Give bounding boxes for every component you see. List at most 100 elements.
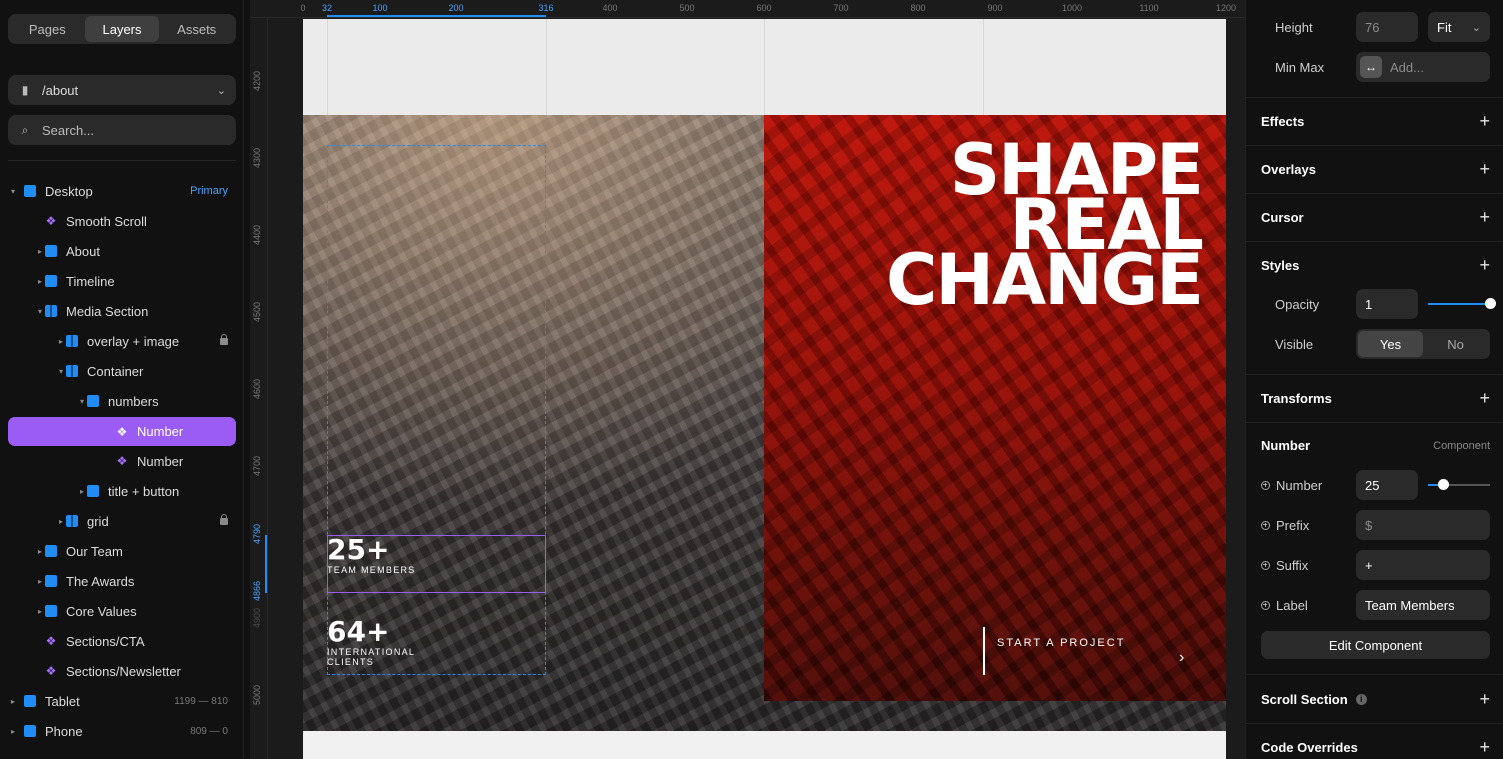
height-mode-select[interactable]: Fit ⌄ bbox=[1428, 12, 1490, 42]
info-icon[interactable]: i bbox=[1355, 693, 1367, 705]
expand-arrow-icon[interactable]: ▾ bbox=[56, 367, 66, 376]
city-aerial-image[interactable]: SHAPE REAL CHANGE START A PROJECT › 25+ … bbox=[303, 115, 1226, 731]
minmax-input[interactable]: ↔ Add... bbox=[1356, 52, 1490, 82]
expand-arrow-icon[interactable]: ▸ bbox=[35, 547, 45, 556]
visible-no-option[interactable]: No bbox=[1423, 331, 1488, 357]
layer-sections-cta[interactable]: ❖ Sections/CTA bbox=[8, 628, 236, 654]
search-input[interactable]: ⌕ Search... bbox=[8, 115, 236, 145]
expand-arrow-icon[interactable]: ▸ bbox=[77, 487, 87, 496]
height-input[interactable]: 76 bbox=[1356, 12, 1418, 42]
layer-core-values[interactable]: ▸ Core Values bbox=[8, 598, 236, 624]
frame-next-section bbox=[303, 731, 1226, 759]
tab-assets[interactable]: Assets bbox=[159, 16, 234, 42]
label-input[interactable]: Team Members bbox=[1356, 590, 1490, 620]
layers-panel: Pages Layers Assets ▮ /about ⌄ ⌕ Search.… bbox=[0, 0, 244, 759]
layer-label: Container bbox=[87, 363, 144, 379]
desktop-frame[interactable]: SHAPE REAL CHANGE START A PROJECT › 25+ … bbox=[303, 19, 1226, 759]
layer-desktop[interactable]: ▾ Desktop Primary bbox=[8, 178, 236, 204]
variable-plus-icon[interactable] bbox=[1261, 560, 1270, 570]
styles-section[interactable]: Styles + bbox=[1261, 256, 1490, 274]
frame-icon bbox=[87, 485, 99, 497]
layer-tablet[interactable]: ▸ Tablet 1199 — 810 bbox=[8, 688, 236, 714]
expand-arrow-icon[interactable]: ▾ bbox=[35, 307, 45, 316]
code-overrides-row[interactable]: Code Overrides + bbox=[1261, 738, 1490, 756]
expand-arrow-icon[interactable]: ▸ bbox=[56, 337, 66, 346]
add-overlay-plus-icon[interactable]: + bbox=[1479, 160, 1490, 178]
hero-headline[interactable]: SHAPE REAL CHANGE bbox=[886, 135, 1204, 315]
opacity-slider-knob[interactable] bbox=[1484, 298, 1496, 309]
lock-icon[interactable] bbox=[220, 513, 228, 525]
layer-label: numbers bbox=[108, 393, 159, 409]
opacity-input[interactable]: 1 bbox=[1356, 289, 1418, 319]
layer-numbers[interactable]: ▾ numbers bbox=[8, 388, 236, 414]
page-selector[interactable]: ▮ /about ⌄ bbox=[8, 75, 236, 105]
expand-arrow-icon[interactable]: ▾ bbox=[8, 187, 18, 196]
add-transform-plus-icon[interactable]: + bbox=[1479, 389, 1490, 407]
layer-phone[interactable]: ▸ Phone 809 — 0 bbox=[8, 718, 236, 744]
expand-arrow-icon[interactable]: ▸ bbox=[35, 577, 45, 586]
expand-arrow-icon[interactable]: ▸ bbox=[35, 607, 45, 616]
expand-arrow-icon[interactable]: ▸ bbox=[8, 727, 18, 736]
selection-box[interactable] bbox=[327, 535, 546, 593]
add-code-override-plus-icon[interactable]: + bbox=[1479, 738, 1490, 756]
layer-grid[interactable]: ▸ grid bbox=[8, 508, 236, 534]
stack-icon bbox=[66, 365, 78, 377]
edit-component-button[interactable]: Edit Component bbox=[1261, 631, 1490, 659]
expand-arrow-icon[interactable]: ▸ bbox=[35, 247, 45, 256]
number-stat[interactable]: 64+ INTERNATIONAL CLIENTS bbox=[327, 617, 417, 668]
layer-label: The Awards bbox=[66, 573, 135, 589]
tab-pages[interactable]: Pages bbox=[10, 16, 85, 42]
layer-label: overlay + image bbox=[87, 333, 180, 349]
red-overlay: SHAPE REAL CHANGE START A PROJECT › bbox=[764, 115, 1226, 701]
properties-panel: Height 76 Fit ⌄ Min Max ↔ Add... Effects… bbox=[1245, 0, 1503, 759]
container-outline bbox=[327, 145, 546, 675]
add-style-plus-icon[interactable]: + bbox=[1479, 256, 1490, 274]
tab-layers[interactable]: Layers bbox=[84, 16, 160, 42]
expand-arrow-icon[interactable]: ▸ bbox=[56, 517, 66, 526]
layer-media-section[interactable]: ▾ Media Section bbox=[8, 298, 236, 324]
add-cursor-plus-icon[interactable]: + bbox=[1479, 208, 1490, 226]
layer-number[interactable]: ❖ Number bbox=[8, 448, 236, 474]
number-slider[interactable] bbox=[1428, 479, 1490, 490]
transforms-section[interactable]: Transforms + bbox=[1261, 389, 1490, 407]
effects-section[interactable]: Effects + bbox=[1261, 112, 1490, 130]
layer-sections-newsletter[interactable]: ❖ Sections/Newsletter bbox=[8, 658, 236, 684]
variable-plus-icon[interactable] bbox=[1261, 520, 1270, 530]
scroll-section-row[interactable]: Scroll Section i + bbox=[1261, 690, 1490, 708]
number-slider-knob[interactable] bbox=[1438, 479, 1449, 490]
design-canvas[interactable]: 0 32 100 200 316 400 500 600 700 800 900… bbox=[250, 0, 1245, 759]
layer-title-button[interactable]: ▸ title + button bbox=[8, 478, 236, 504]
layer-about[interactable]: ▸ About bbox=[8, 238, 236, 264]
opacity-slider[interactable] bbox=[1428, 298, 1496, 309]
layer-container[interactable]: ▾ Container bbox=[8, 358, 236, 384]
variable-plus-icon[interactable] bbox=[1261, 480, 1270, 490]
visible-yes-option[interactable]: Yes bbox=[1358, 331, 1423, 357]
cursor-section[interactable]: Cursor + bbox=[1261, 208, 1490, 226]
panel-tabs: Pages Layers Assets bbox=[8, 14, 236, 44]
ruler-tick: 100 bbox=[372, 3, 388, 13]
number-input[interactable]: 25 bbox=[1356, 470, 1418, 500]
expand-arrow-icon[interactable]: ▸ bbox=[35, 277, 45, 286]
layer-the-awards[interactable]: ▸ The Awards bbox=[8, 568, 236, 594]
layer-label: Smooth Scroll bbox=[66, 213, 147, 229]
variable-plus-icon[interactable] bbox=[1261, 600, 1270, 610]
layer-number-selected[interactable]: ❖ Number bbox=[8, 417, 236, 446]
layer-timeline[interactable]: ▸ Timeline bbox=[8, 268, 236, 294]
expand-arrow-icon[interactable]: ▸ bbox=[8, 697, 18, 706]
chevron-down-icon: ⌄ bbox=[1471, 21, 1481, 34]
prefix-input[interactable]: $ bbox=[1356, 510, 1490, 540]
overlays-section[interactable]: Overlays + bbox=[1261, 160, 1490, 178]
frame-icon bbox=[45, 275, 57, 287]
layer-label: grid bbox=[87, 513, 109, 529]
add-effect-plus-icon[interactable]: + bbox=[1479, 112, 1490, 130]
layer-smooth-scroll[interactable]: ❖ Smooth Scroll bbox=[8, 208, 236, 234]
add-scroll-section-plus-icon[interactable]: + bbox=[1479, 690, 1490, 708]
lock-icon[interactable] bbox=[220, 333, 228, 345]
start-project-button[interactable]: START A PROJECT › bbox=[983, 627, 1184, 675]
layer-overlay-image[interactable]: ▸ overlay + image bbox=[8, 328, 236, 354]
visible-toggle[interactable]: Yes No bbox=[1356, 329, 1490, 359]
expand-arrow-icon[interactable]: ▾ bbox=[77, 397, 87, 406]
suffix-input[interactable]: + bbox=[1356, 550, 1490, 580]
prop-label: Number bbox=[1276, 477, 1323, 493]
layer-our-team[interactable]: ▸ Our Team bbox=[8, 538, 236, 564]
